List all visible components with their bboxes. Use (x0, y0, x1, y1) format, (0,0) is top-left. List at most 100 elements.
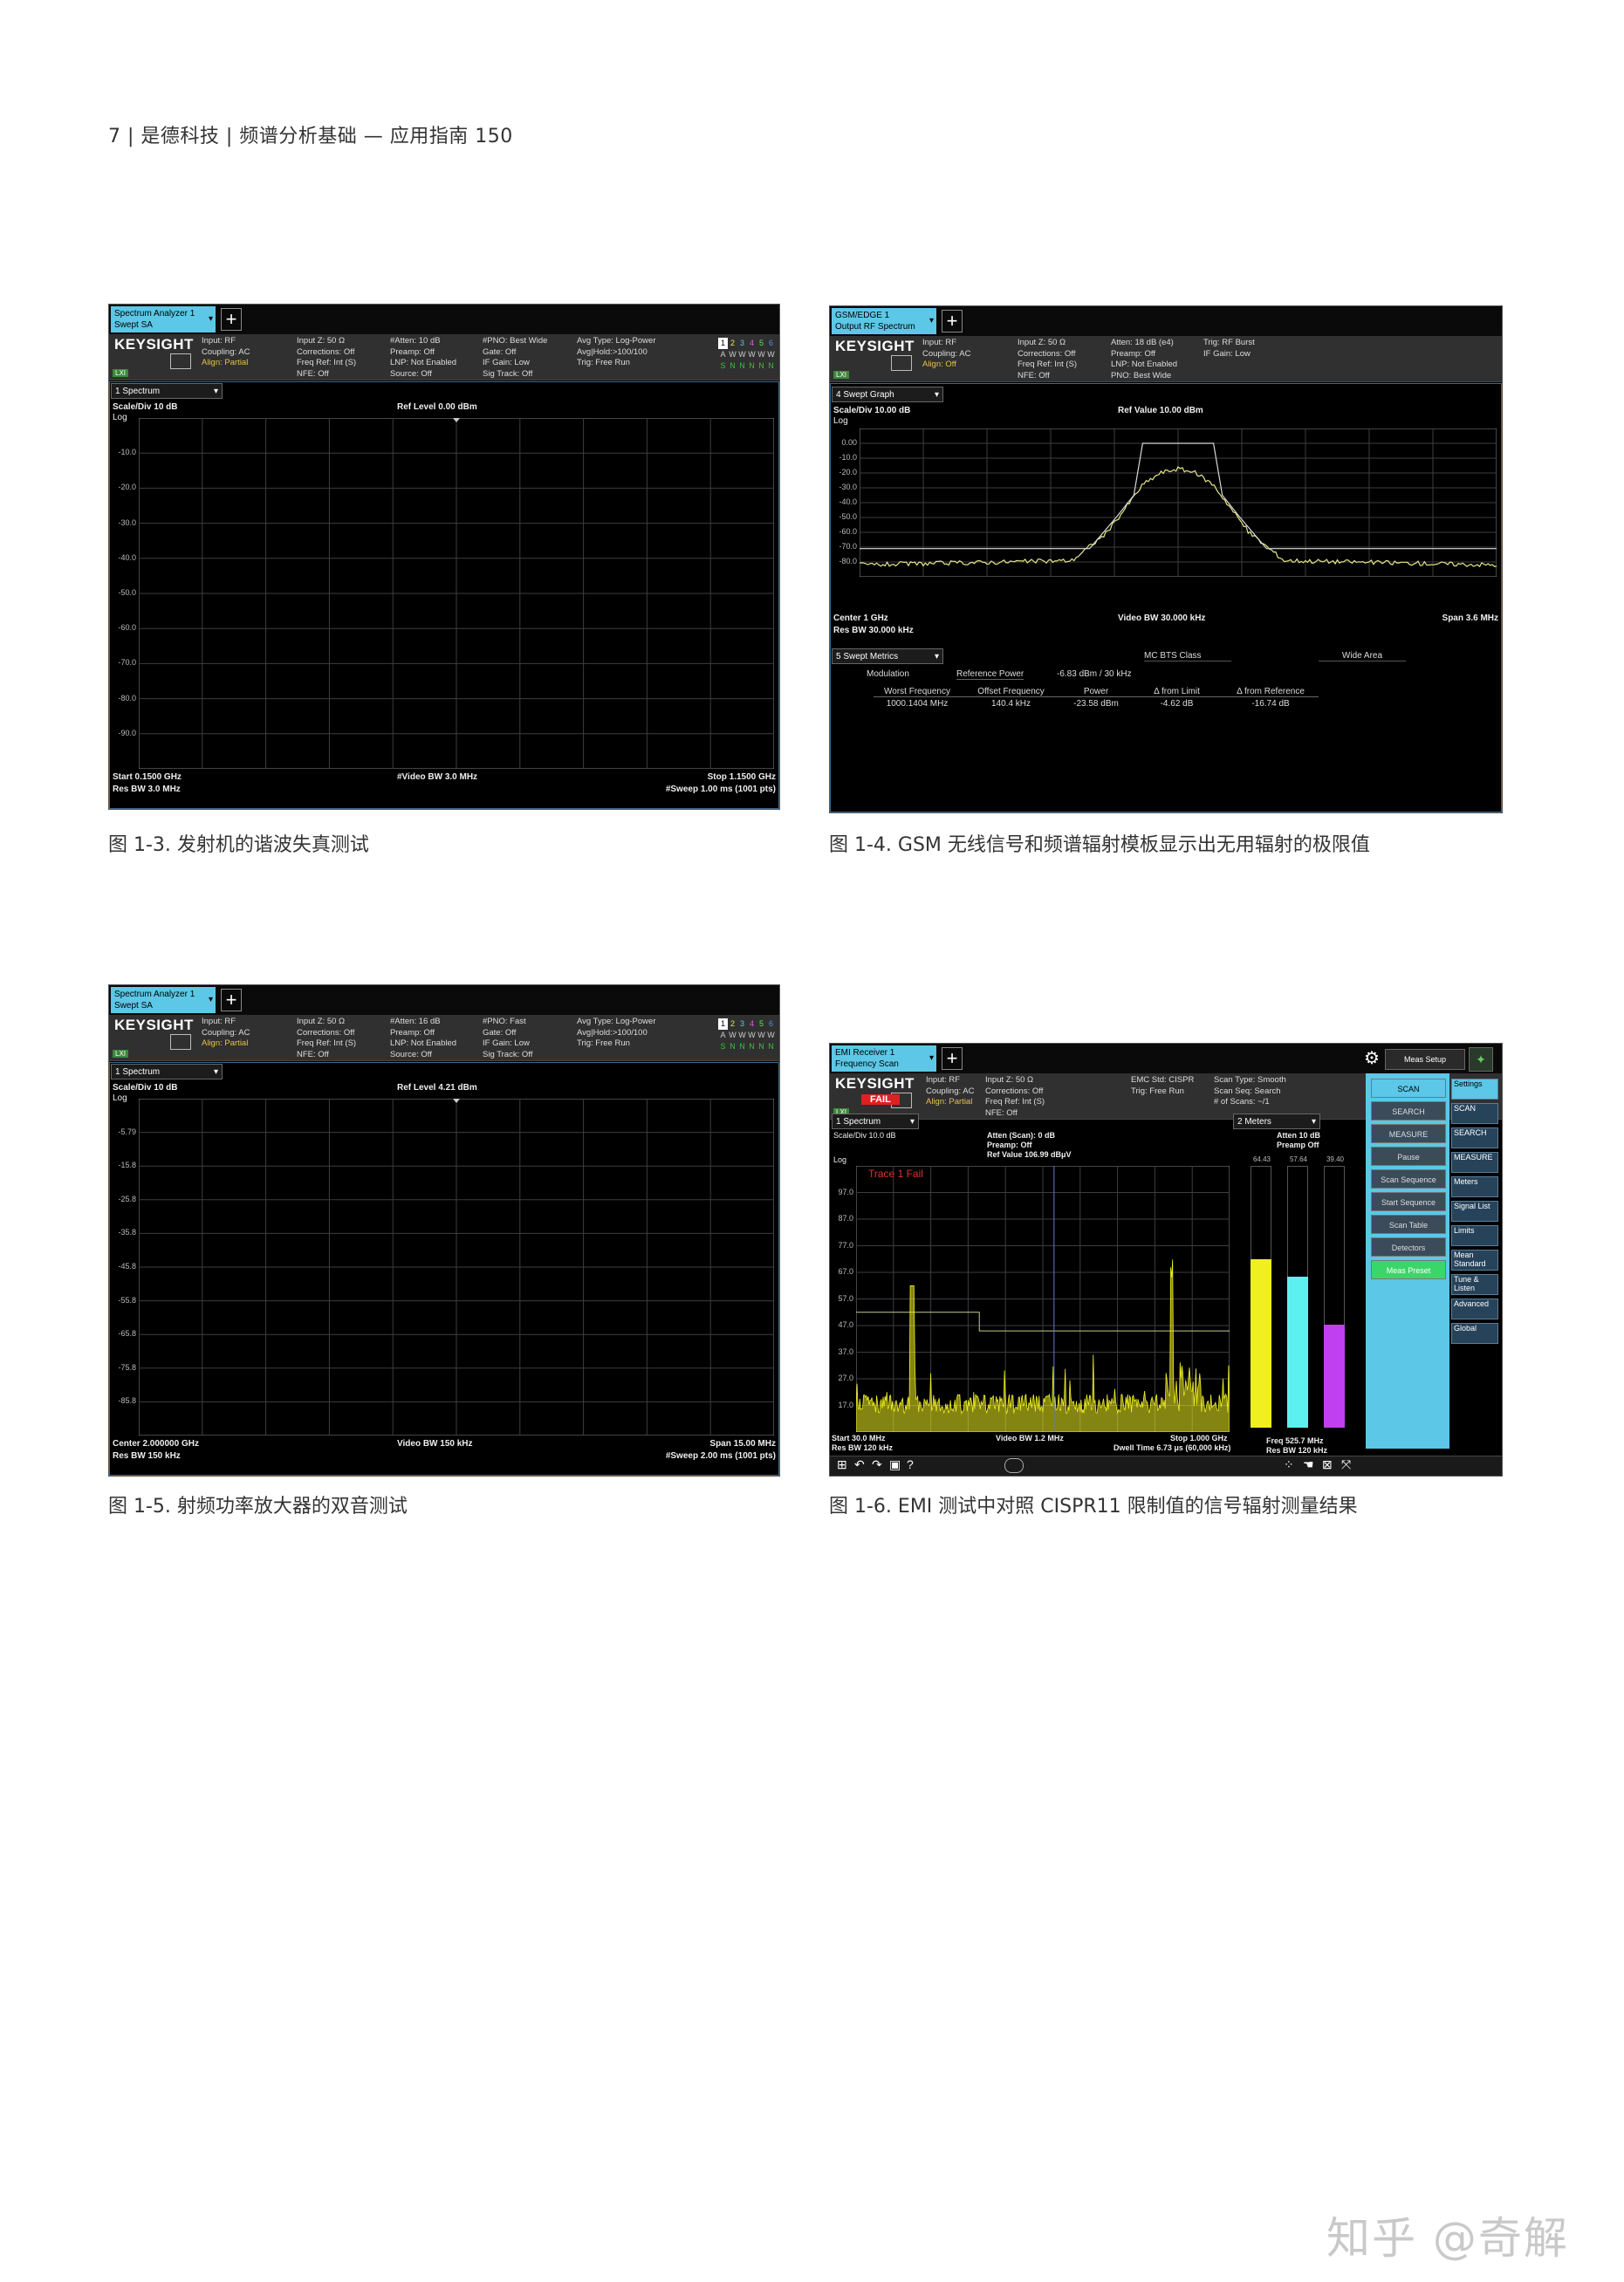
menu-tab[interactable]: Advanced (1451, 1299, 1498, 1319)
settings-column[interactable]: EMC Std: CISPR Trig: Free Run (1131, 1075, 1194, 1097)
fullscreen-icon[interactable]: ⤧ (1341, 1457, 1351, 1472)
y-tick-label: -40.0 (118, 552, 136, 562)
trace-indicator[interactable]: 123456AWWWWWSNNNNN (718, 1018, 776, 1052)
side-button[interactable]: Scan Sequence Search (1371, 1169, 1446, 1203)
settings-column[interactable]: Input Z: 50 Ω Corrections: Off Freq Ref: I… (1018, 338, 1077, 381)
trace-indicator[interactable]: 123456AWWWWWSNNNNN (718, 338, 776, 372)
close-icon[interactable]: ⊠ (1322, 1457, 1333, 1472)
menu-tab[interactable]: Limits (1451, 1225, 1498, 1246)
mode-tab[interactable]: Spectrum Analyzer 1 Swept SA ▾ (111, 306, 216, 332)
settings-icon[interactable]: ✦ (1469, 1047, 1493, 1072)
menu-tab[interactable]: Global (1451, 1323, 1498, 1344)
stop-freq: Span 15.00 MHz (709, 1439, 776, 1449)
side-button-label: MEASURE (1388, 1130, 1429, 1139)
menu-tab[interactable]: Meters (1451, 1176, 1498, 1197)
settings-column[interactable]: Input Z: 50 Ω Corrections: Off Freq Ref: I… (297, 336, 356, 380)
settings-column[interactable]: Scan Type: Smooth Scan Seq: Search # of Sc… (1214, 1075, 1286, 1108)
mode-tab[interactable]: EMI Receiver 1 Frequency Scan ▾ (832, 1045, 936, 1072)
settings-column[interactable]: Input: RF Coupling: AC Align: Partial (202, 336, 250, 369)
side-button[interactable]: SCAN (1371, 1079, 1446, 1098)
window-selector[interactable]: 1 Spectrum ▾ (832, 1114, 919, 1129)
setting-line: NFE: Off (1018, 370, 1050, 380)
metric-cell: 140.4 kHz (990, 699, 1031, 709)
measurement-name: Output RF Spectrum (835, 322, 915, 332)
menu-tab[interactable]: SEARCH (1451, 1127, 1498, 1148)
metric-cell: 1000.1404 MHz (886, 699, 949, 709)
settings-column[interactable]: Input Z: 50 Ω Corrections: Off Freq Ref: I… (297, 1017, 356, 1060)
settings-column[interactable]: #Atten: 10 dB Preamp: Off LNP: Not Enabled… (390, 336, 456, 380)
figure-caption-4: 图 1-6. EMI 测试中对照 CISPR11 限制值的信号辐射测量结果 (829, 1496, 1358, 1518)
setting-line: Align: Off (922, 360, 956, 369)
side-button[interactable]: Start Sequence (1371, 1192, 1446, 1211)
screen-icon[interactable] (170, 353, 191, 369)
log-label: Log (833, 1155, 847, 1164)
meter-value: 64.43 (1252, 1155, 1271, 1163)
menu-tab[interactable]: Mean Standard (1451, 1250, 1498, 1271)
touch-icon[interactable]: ☚ (1303, 1457, 1314, 1472)
screen-icon[interactable] (891, 355, 912, 371)
add-screen-button[interactable]: + (221, 308, 242, 331)
add-screen-button[interactable]: + (942, 1047, 963, 1070)
settings-column[interactable]: Input: RF Coupling: AC Align: Off (922, 338, 970, 371)
undo-icon[interactable]: ↶ (854, 1457, 865, 1472)
gear-icon[interactable]: ⚙ (1364, 1047, 1380, 1069)
y-tick-label: -20.0 (118, 483, 136, 492)
settings-column[interactable]: Trig: RF Burst IF Gain: Low (1203, 338, 1255, 360)
y-tick-label: -30.0 (118, 517, 136, 527)
window-label: 4 Swept Graph (836, 390, 894, 400)
side-button[interactable]: SEARCH (1371, 1101, 1446, 1120)
menu-tab-label: Settings (1454, 1079, 1483, 1088)
settings-column[interactable]: Input Z: 50 Ω Corrections: Off Freq Ref: I… (985, 1075, 1045, 1119)
menu-tab[interactable]: Signal List (1451, 1201, 1498, 1222)
screen-icon[interactable] (170, 1034, 191, 1050)
setting-line: Trig: Free Run (577, 358, 630, 367)
side-button[interactable]: Meas Preset (1371, 1260, 1446, 1279)
y-tick-label: -60.0 (839, 527, 857, 536)
window-selector[interactable]: 4 Swept Graph ▾ (832, 387, 943, 402)
mode-tab[interactable]: GSM/EDGE 1 Output RF Spectrum ▾ (832, 308, 936, 334)
menu-tab[interactable]: Settings (1451, 1079, 1498, 1100)
y-tick-label: -70.0 (839, 542, 857, 551)
grid-icon[interactable]: ⁘ (1284, 1457, 1294, 1472)
video-bw: Video BW 1.2 MHz (996, 1434, 1064, 1443)
meters-selector[interactable]: 2 Meters ▾ (1233, 1114, 1320, 1129)
setting-line: Align: Partial (926, 1097, 973, 1107)
y-tick-label: 67.0 (838, 1267, 853, 1276)
help-icon[interactable]: ? (907, 1457, 914, 1471)
metrics-selector[interactable]: 5 Swept Metrics ▾ (832, 648, 943, 664)
settings-column[interactable]: Atten: 18 dB (e4) Preamp: Off LNP: Not Ena… (1111, 338, 1177, 381)
meas-setup-button[interactable]: Meas Setup (1385, 1049, 1465, 1070)
sweep-time: #Sweep 1.00 ms (1001 pts) (665, 785, 776, 794)
settings-column[interactable]: Input: RF Coupling: AC Align: Partial (202, 1017, 250, 1050)
side-button[interactable]: Detectors (1371, 1237, 1446, 1257)
menu-tab[interactable]: SCAN (1451, 1103, 1498, 1124)
settings-column[interactable]: Avg Type: Log-Power Avg|Hold:>100/100 Trig… (577, 336, 655, 369)
settings-column[interactable]: #Atten: 16 dB Preamp: Off LNP: Not Enabled… (390, 1017, 456, 1060)
settings-column[interactable]: #PNO: Best Wide Gate: Off IF Gain: Low Sig … (483, 336, 547, 380)
side-button[interactable]: Scan Table (1371, 1215, 1446, 1234)
menu-tab[interactable]: Tune & Listen (1451, 1274, 1498, 1295)
windows-icon[interactable]: ⊞ (837, 1457, 847, 1472)
setting-line: Coupling: AC (926, 1086, 975, 1096)
y-tick-label: -85.8 (118, 1396, 136, 1406)
setting-line: Sig Track: Off (483, 1049, 533, 1059)
side-button[interactable]: MEASURE (1371, 1124, 1446, 1143)
window-icon[interactable]: ▣ (889, 1457, 901, 1472)
mode-tab[interactable]: Spectrum Analyzer 1 Swept SA ▾ (111, 987, 216, 1013)
add-screen-button[interactable]: + (221, 989, 242, 1011)
mode-name: Spectrum Analyzer 1 (114, 990, 195, 999)
ref-level: Ref Level 4.21 dBm (397, 1083, 477, 1093)
setting-line: Trig: Free Run (577, 1038, 630, 1048)
menu-tab[interactable]: MEASURE (1451, 1152, 1498, 1173)
settings-column[interactable]: #PNO: Fast Gate: Off IF Gain: Low Sig Track… (483, 1017, 532, 1060)
settings-column[interactable]: Avg Type: Log-Power Avg|Hold:>100/100 Trig… (577, 1017, 655, 1050)
metric-cell: -4.62 dB (1160, 699, 1194, 709)
chat-icon[interactable] (1004, 1458, 1024, 1473)
side-button[interactable]: Pause (1371, 1147, 1446, 1166)
add-screen-button[interactable]: + (942, 310, 963, 332)
settings-column[interactable]: Input: RF Coupling: AC Align: Partial (926, 1075, 974, 1108)
setting-line: IF Gain: Low (1203, 348, 1251, 359)
redo-icon[interactable]: ↷ (872, 1457, 882, 1472)
meter-bar (1251, 1258, 1271, 1428)
log-label: Log (113, 413, 127, 422)
